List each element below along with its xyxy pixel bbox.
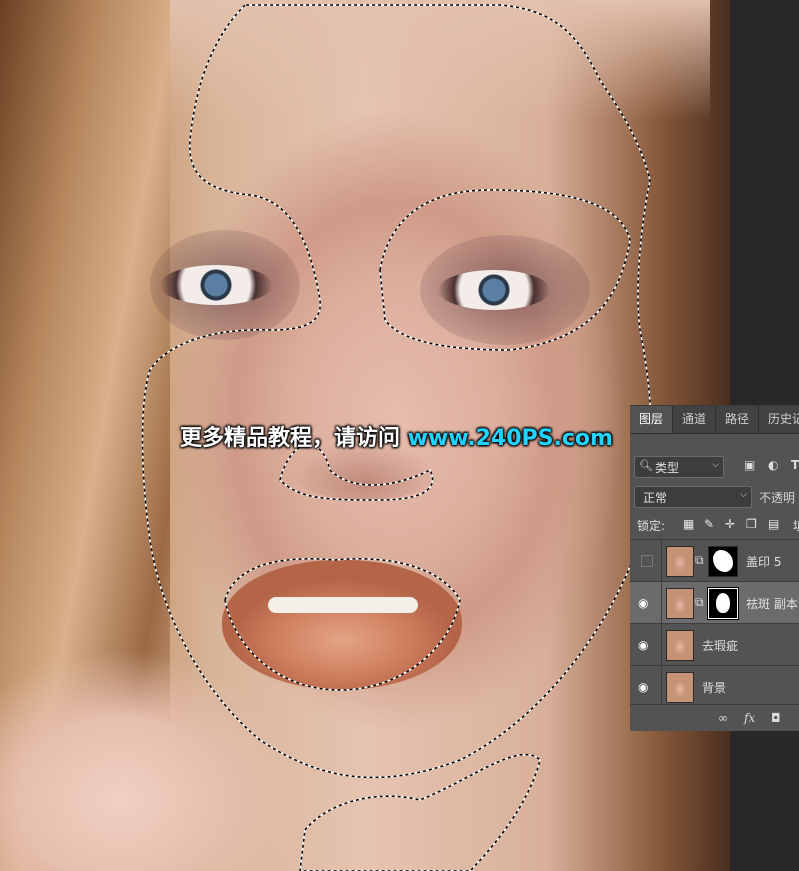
layer-name: 去瑕疵	[702, 639, 739, 653]
chevron-down-icon: ⌵	[740, 490, 747, 500]
layer-name: 盖印 5	[746, 555, 782, 569]
watermark-text: 更多精品教程，请访问 www.240PS.com	[180, 420, 613, 452]
watermark-prefix: 更多精品教程，请访问	[180, 426, 408, 451]
layer-name: 背景	[702, 681, 727, 695]
tab-history[interactable]: 历史记	[759, 406, 799, 433]
layer-thumbnail	[666, 672, 694, 703]
type-icon[interactable]: T	[791, 458, 799, 472]
tab-channels[interactable]: 通道	[673, 406, 717, 433]
mask-icon[interactable]: ◘	[771, 711, 781, 725]
layer-thumbnail	[666, 630, 694, 661]
transparency-lock-icon[interactable]: ▦	[683, 517, 694, 531]
adjustment-icon[interactable]: ◐	[768, 458, 778, 472]
chevron-down-icon: ⌵	[712, 460, 719, 470]
layer-row[interactable]: ◉ ⧉ 祛斑 副本	[630, 581, 799, 623]
link-icon[interactable]: ∞	[718, 711, 728, 725]
search-icon: 🔍︎	[639, 459, 653, 472]
eye-icon: ◉	[638, 638, 649, 652]
document-canvas[interactable]: 更多精品教程，请访问 www.240PS.com	[0, 0, 730, 871]
layer-list: ⧉ 盖印 5 ◉ ⧉ 祛斑 副本 ◉ 去瑕疵 ◉ 背景	[630, 539, 799, 707]
layer-row[interactable]: ◉ 背景	[630, 665, 799, 707]
visibility-toggle[interactable]: ◉	[630, 582, 662, 623]
link-icon[interactable]: ⧉	[695, 595, 704, 610]
tab-paths[interactable]: 路径	[716, 406, 760, 433]
layer-row[interactable]: ◉ 去瑕疵	[630, 623, 799, 665]
panel-tabs: 图层 通道 路径 历史记	[630, 406, 799, 434]
filter-row: 🔍︎ 类型 ⌵ ▣ ◐ T	[634, 456, 799, 478]
eye-icon: ◉	[638, 680, 649, 694]
layer-mask-thumbnail[interactable]	[707, 587, 739, 620]
tab-layers[interactable]: 图层	[630, 406, 674, 433]
move-lock-icon[interactable]: ✛	[725, 517, 735, 531]
brush-lock-icon[interactable]: ✎	[704, 517, 714, 531]
layer-row[interactable]: ⧉ 盖印 5	[630, 539, 799, 581]
link-icon[interactable]: ⧉	[695, 553, 704, 568]
watermark-url: www.240PS.com	[407, 426, 613, 451]
opacity-label: 不透明	[759, 491, 796, 505]
artboard-lock-icon[interactable]: ❐	[746, 517, 757, 531]
layer-thumbnail	[666, 588, 694, 619]
filter-type-label: 类型	[655, 461, 680, 475]
visibility-toggle[interactable]	[630, 540, 662, 581]
blend-mode-label: 正常	[643, 491, 668, 505]
fill-label: 填	[793, 517, 799, 534]
mask-shape	[713, 550, 733, 572]
panel-bottom-bar: ∞ fx ◘	[630, 704, 799, 731]
layer-thumbnail	[666, 546, 694, 577]
eye-icon: ◉	[638, 596, 649, 610]
blend-mode-select[interactable]: 正常 ⌵	[634, 486, 752, 508]
visibility-toggle[interactable]: ◉	[630, 624, 662, 665]
layer-mask-thumbnail[interactable]	[708, 546, 738, 577]
filter-type-select[interactable]: 🔍︎ 类型 ⌵	[634, 456, 724, 478]
image-icon[interactable]: ▣	[744, 458, 755, 472]
lock-label: 锁定:	[637, 519, 666, 533]
layer-name: 祛斑 副本	[746, 597, 798, 611]
mask-shape	[716, 593, 730, 613]
padlock-icon[interactable]: ▤	[768, 517, 779, 531]
visibility-toggle[interactable]: ◉	[630, 666, 662, 707]
fx-icon[interactable]: fx	[744, 711, 755, 725]
layers-panel: 图层 通道 路径 历史记 🔍︎ 类型 ⌵ ▣ ◐ T 正常 ⌵ 不透明 锁定: …	[630, 405, 799, 731]
lock-row: 锁定: ▦ ✎ ✛ ❐ ▤ 填	[637, 517, 799, 533]
visibility-off-box	[641, 555, 653, 567]
